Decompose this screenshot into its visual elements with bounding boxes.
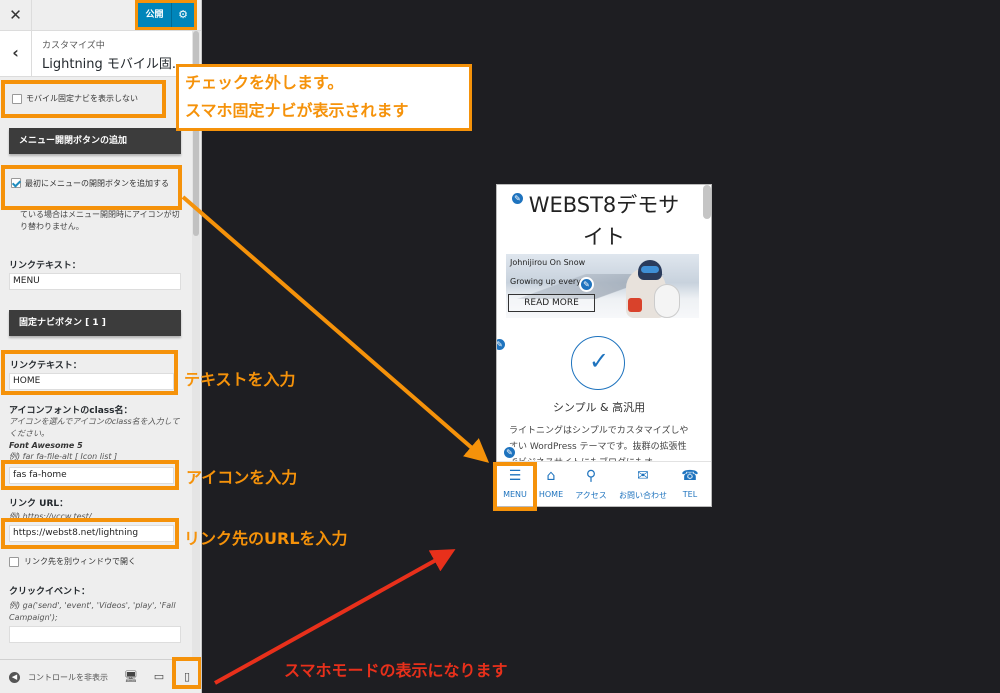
edit-pencil-icon[interactable]: ✎ bbox=[502, 445, 517, 460]
slide-goggle bbox=[641, 266, 659, 273]
slide-caption-1: Johnijirou On Snow bbox=[510, 258, 586, 267]
mobile-nav-home[interactable]: ⌂ HOME bbox=[533, 462, 569, 506]
home-icon: ⌂ bbox=[546, 468, 556, 484]
mobile-nav-label: HOME bbox=[538, 490, 564, 499]
feature-title: シンプル & 高汎用 bbox=[552, 401, 646, 414]
site-title[interactable]: WEBST8デモサイト bbox=[519, 189, 689, 253]
slide-jacket bbox=[628, 298, 642, 312]
slide-snowboard bbox=[654, 284, 680, 318]
red-arrow bbox=[214, 549, 456, 685]
mobile-nav-label: アクセス bbox=[575, 491, 607, 500]
read-more-button[interactable]: READ MORE bbox=[508, 294, 595, 312]
slide-caption-2: Growing up every bbox=[510, 277, 581, 286]
mobile-nav-tel[interactable]: ☎ TEL bbox=[673, 462, 707, 506]
envelope-icon: ✉ bbox=[637, 468, 649, 484]
mobile-nav-label: お問い合わせ bbox=[619, 491, 667, 500]
highlight-menu-button bbox=[493, 462, 537, 511]
preview-scrollbar[interactable] bbox=[703, 185, 711, 219]
mobile-nav-access[interactable]: ⚲ アクセス bbox=[569, 462, 613, 506]
edit-pencil-icon[interactable]: ✎ bbox=[497, 337, 507, 352]
check-icon: ✓ bbox=[588, 347, 610, 375]
map-pin-icon: ⚲ bbox=[585, 468, 597, 484]
edit-pencil-icon[interactable]: ✎ bbox=[579, 277, 594, 292]
hero-slide: Johnijirou On Snow Growing up every READ… bbox=[506, 254, 699, 318]
feature-icon-circle: ✓ bbox=[571, 336, 625, 390]
phone-icon: ☎ bbox=[681, 468, 699, 484]
mobile-nav-label: TEL bbox=[682, 490, 698, 499]
mobile-preview: ✎ WEBST8デモサイト Johnijirou On Snow Growing… bbox=[496, 184, 712, 507]
mobile-nav-contact[interactable]: ✉ お問い合わせ bbox=[613, 462, 673, 506]
orange-arrow bbox=[181, 195, 490, 463]
